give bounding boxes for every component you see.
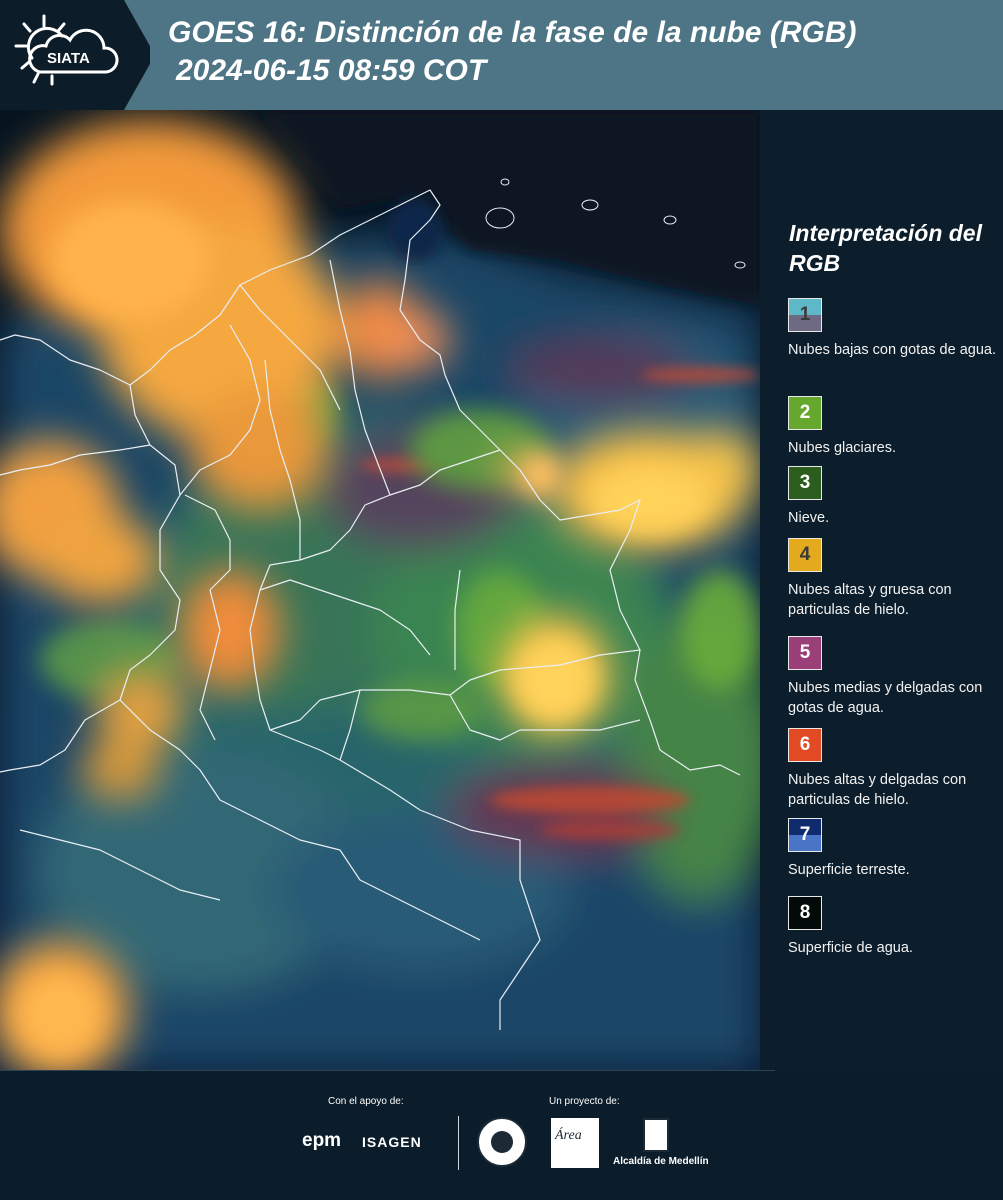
logo-text: SIATA	[47, 50, 90, 67]
footer: Con el apoyo de: Un proyecto de: epm ISA…	[0, 1070, 1003, 1200]
sun-cloud-icon: SIATA	[14, 14, 119, 86]
gobernacion-seal-logo[interactable]	[477, 1117, 527, 1167]
legend-label: Superficie terreste.	[788, 862, 910, 878]
project-label: Un proyecto de:	[549, 1096, 620, 1107]
legend-number: 8	[799, 902, 811, 923]
legend-label: Nubes glaciares.	[788, 440, 896, 456]
legend-label: Nubes altas y delgadas con particulas de…	[788, 772, 967, 808]
siata-logo[interactable]: SIATA	[0, 0, 150, 110]
area-logo-text: Área	[555, 1128, 582, 1143]
footer-divider-line	[0, 1070, 775, 1071]
legend-number: 2	[799, 402, 811, 423]
legend-item-3: 3 Nieve.	[788, 466, 998, 528]
legend-swatch: 2	[788, 396, 822, 430]
title-line-1: GOES 16: Distinción de la fase de la nub…	[168, 16, 857, 49]
medellin-shield-icon[interactable]	[643, 1118, 669, 1152]
title-line-2: 2024-06-15 08:59 COT	[176, 54, 487, 87]
legend-item-8: 8 Superficie de agua.	[788, 896, 998, 958]
legend-item-1: 1 Nubes bajas con gotas de agua.	[788, 298, 998, 360]
legend-number: 6	[799, 734, 811, 755]
legend-label: Superficie de agua.	[788, 940, 913, 956]
legend-item-2: 2 Nubes glaciares.	[788, 396, 998, 458]
legend-title: Interpretación del RGB	[789, 220, 982, 276]
legend-number: 5	[799, 642, 811, 663]
legend-label: Nieve.	[788, 510, 830, 526]
legend-swatch: 5	[788, 636, 822, 670]
legend-swatch: 6	[788, 728, 822, 762]
legend-label: Nubes bajas con gotas de agua.	[788, 342, 996, 358]
support-label: Con el apoyo de:	[328, 1096, 404, 1107]
legend-swatch: 4	[788, 538, 822, 572]
legend-number: 7	[799, 824, 811, 845]
legend-item-7: 7 Superficie terreste.	[788, 818, 998, 880]
legend-number: 1	[799, 304, 811, 325]
satellite-map[interactable]	[0, 110, 760, 1070]
legend-panel: Interpretación del RGB 1 Nubes bajas con …	[760, 110, 1003, 1070]
page-title: GOES 16: Distinción de la fase de la nub…	[168, 14, 856, 90]
rgb-satellite-image	[0, 110, 760, 1070]
isagen-logo[interactable]: ISAGEN	[362, 1134, 422, 1150]
legend-item-5: 5 Nubes medias y delgadas con gotas de ag…	[788, 636, 998, 718]
legend-label: Nubes altas y gruesa con particulas de h…	[788, 582, 952, 618]
medellin-logo-text: Alcaldía de Medellín	[613, 1156, 709, 1167]
legend-number: 3	[799, 472, 811, 493]
footer-separator	[458, 1116, 459, 1170]
epm-logo[interactable]: epm	[302, 1130, 341, 1152]
legend-number: 4	[799, 544, 811, 565]
legend-item-6: 6 Nubes altas y delgadas con particulas d…	[788, 728, 998, 810]
legend-item-4: 4 Nubes altas y gruesa con particulas de …	[788, 538, 998, 620]
legend-swatch: 8	[788, 896, 822, 930]
legend-swatch: 3	[788, 466, 822, 500]
legend-swatch: 7	[788, 818, 822, 852]
legend-swatch: 1	[788, 298, 822, 332]
header: SIATA GOES 16: Distinción de la fase de …	[0, 0, 1003, 110]
legend-label: Nubes medias y delgadas con gotas de agu…	[788, 680, 983, 716]
